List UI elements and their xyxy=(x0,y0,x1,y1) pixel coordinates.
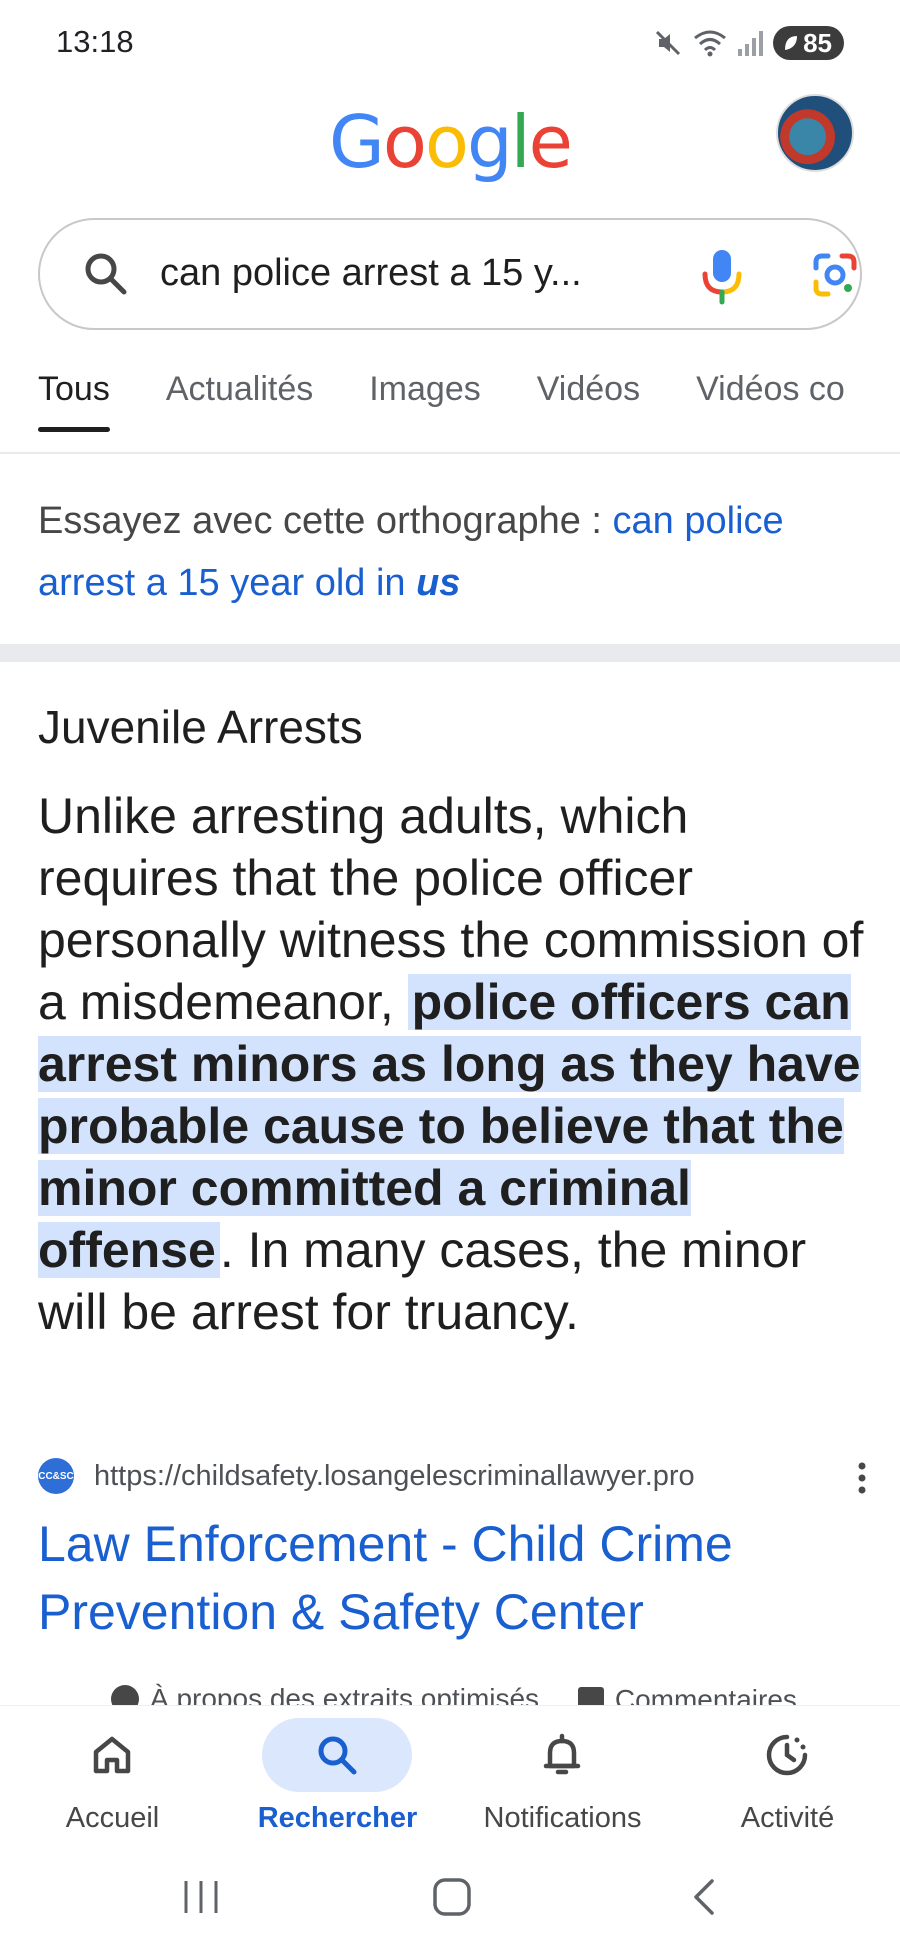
more-options-icon[interactable] xyxy=(856,1460,868,1496)
battery-level: 85 xyxy=(803,27,832,58)
nav-home[interactable]: Accueil xyxy=(0,1706,225,1856)
nav-notifications[interactable]: Notifications xyxy=(450,1706,675,1856)
tab-all[interactable]: Tous xyxy=(38,370,110,432)
feedback-icon xyxy=(577,1687,604,1705)
wifi-icon xyxy=(694,30,727,57)
source-row[interactable]: CC&SC https://childsafety.losangelescrim… xyxy=(38,1456,868,1496)
status-icons: 85 xyxy=(653,26,844,60)
spelling-prefix: Essayez avec cette orthographe : xyxy=(38,500,613,542)
system-nav xyxy=(0,1855,900,1950)
nav-search-pill xyxy=(262,1718,412,1792)
search-input[interactable]: can police arrest a 15 y... xyxy=(160,252,582,295)
spelling-suggestion: Essayez avec cette orthographe : can pol… xyxy=(38,490,868,614)
search-box[interactable]: can police arrest a 15 y... xyxy=(38,218,862,330)
tab-videos[interactable]: Vidéos xyxy=(537,370,640,432)
logo-letter: G xyxy=(329,100,385,184)
logo-letter: l xyxy=(510,100,531,184)
activity-icon xyxy=(766,1734,808,1776)
status-bar: 13:18 85 xyxy=(0,0,900,88)
nav-home-label: Accueil xyxy=(65,1802,160,1834)
home-button-icon[interactable] xyxy=(432,1877,472,1917)
google-lens-icon[interactable] xyxy=(810,250,860,300)
about-snippets-link[interactable]: À propos des extraits optimisés xyxy=(110,1683,539,1705)
nav-activity[interactable]: Activité xyxy=(675,1706,900,1856)
snippet-title: Juvenile Arrests xyxy=(38,701,363,753)
help-icon xyxy=(111,1685,139,1705)
about-snippets-label: À propos des extraits optimisés xyxy=(150,1683,540,1705)
home-icon xyxy=(93,1736,131,1774)
bottom-nav: Accueil Rechercher Notifications Activit… xyxy=(0,1705,900,1855)
snippet-body: Unlike arresting adults, which requires … xyxy=(38,785,868,1343)
nav-activity-label: Activité xyxy=(740,1802,835,1834)
tabs-divider xyxy=(0,452,900,454)
nav-home-pill xyxy=(37,1718,187,1792)
search-icon xyxy=(85,253,127,295)
mute-icon xyxy=(656,30,681,56)
logo-letter: e xyxy=(528,100,573,184)
nav-notifications-pill xyxy=(487,1718,637,1792)
snippet-footer: À propos des extraits optimisés Commenta… xyxy=(110,1683,900,1705)
nav-search-label: Rechercher xyxy=(257,1802,418,1834)
google-logo: Google xyxy=(0,100,900,184)
spelling-suggestion-link-bold[interactable]: us xyxy=(416,562,460,604)
feedback-label: Commentaires xyxy=(614,1684,797,1705)
feedback-link[interactable]: Commentaires xyxy=(577,1684,797,1705)
source-url[interactable]: https://childsafety.losangelescriminalla… xyxy=(94,1460,695,1493)
bell-icon xyxy=(543,1733,581,1775)
signal-icon xyxy=(738,31,764,56)
section-divider xyxy=(0,644,900,662)
tab-short-videos[interactable]: Vidéos co xyxy=(696,370,845,432)
back-icon[interactable] xyxy=(688,1877,718,1917)
nav-activity-pill xyxy=(712,1718,862,1792)
battery-icon: 85 xyxy=(773,26,844,60)
tab-images[interactable]: Images xyxy=(369,370,481,432)
nav-notifications-label: Notifications xyxy=(483,1802,642,1834)
recent-apps-icon[interactable] xyxy=(182,1877,220,1917)
status-time: 13:18 xyxy=(56,24,134,59)
avatar[interactable] xyxy=(776,94,854,172)
logo-letter: o xyxy=(382,100,427,184)
result-title-link[interactable]: Law Enforcement - Child Crime Prevention… xyxy=(38,1510,868,1646)
search-tabs: Tous Actualités Images Vidéos Vidéos co xyxy=(38,370,845,434)
logo-letter: o xyxy=(424,100,469,184)
nav-search[interactable]: Rechercher xyxy=(225,1706,450,1856)
search-icon xyxy=(318,1736,357,1775)
tab-news[interactable]: Actualités xyxy=(166,370,313,432)
site-favicon: CC&SC xyxy=(38,1458,74,1494)
leaf-icon xyxy=(785,36,798,50)
mic-icon[interactable] xyxy=(700,246,744,306)
logo-letter: g xyxy=(466,100,513,184)
